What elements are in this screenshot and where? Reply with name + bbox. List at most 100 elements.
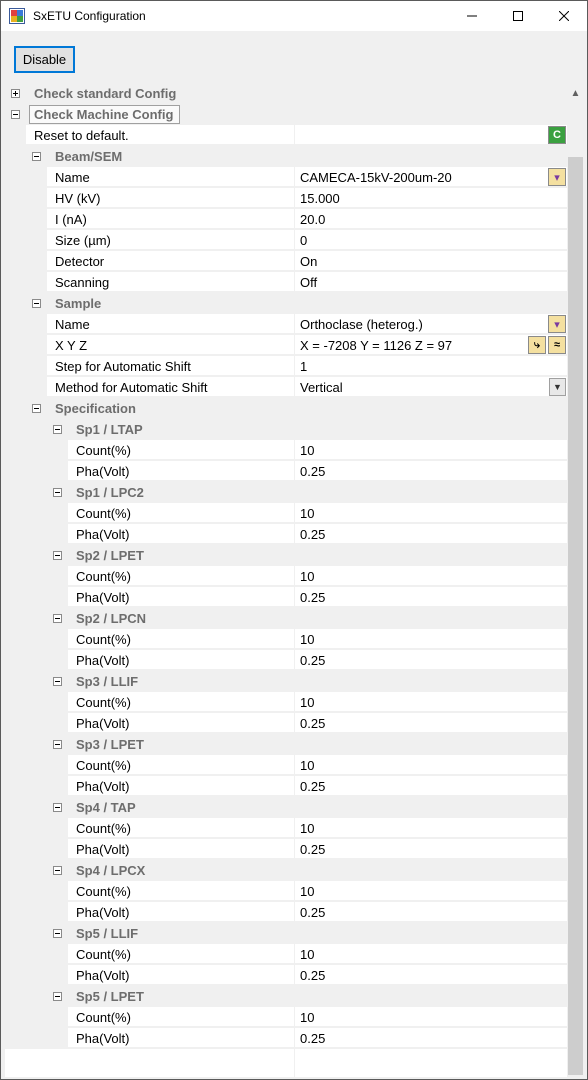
count-prop-row[interactable]: Count(%) 10 — [5, 503, 567, 524]
property-value[interactable]: 10 — [295, 755, 567, 775]
count-prop-row[interactable]: Count(%) 10 — [5, 629, 567, 650]
minimize-button[interactable] — [449, 1, 495, 31]
count-prop-row[interactable]: Count(%) 10 — [5, 881, 567, 902]
category-spectrometer[interactable]: Sp5 / LLIF — [5, 923, 567, 944]
pha-prop-row[interactable]: Pha(Volt) 0.25 — [5, 713, 567, 734]
pha-prop-row[interactable]: Pha(Volt) 0.25 — [5, 524, 567, 545]
property-value[interactable]: 0.25 — [295, 1028, 567, 1048]
property-value[interactable]: 0.25 — [295, 713, 567, 733]
property-value[interactable]: 0.25 — [295, 776, 567, 796]
property-value[interactable]: 0.25 — [295, 524, 567, 544]
sample-prop-row[interactable]: X Y Z X = -7208 Y = 1126 Z = 97 ⤷ ≈ — [5, 335, 567, 356]
beam-prop-row[interactable]: HV (kV) 15.000 — [5, 188, 567, 209]
scroll-up-arrow-icon[interactable]: ▲ — [567, 85, 584, 102]
count-prop-row[interactable]: Count(%) 10 — [5, 755, 567, 776]
category-sample[interactable]: Sample — [5, 293, 567, 314]
property-value[interactable]: 15.000 — [295, 188, 567, 208]
count-prop-row[interactable]: Count(%) 10 — [5, 440, 567, 461]
property-value[interactable]: 10 — [295, 818, 567, 838]
property-value[interactable]: 0.25 — [295, 965, 567, 985]
category-spectrometer[interactable]: Sp2 / LPET — [5, 545, 567, 566]
chevron-down-icon[interactable]: ▼ — [549, 378, 566, 396]
property-value[interactable]: 10 — [295, 944, 567, 964]
pha-prop-row[interactable]: Pha(Volt) 0.25 — [5, 461, 567, 482]
collapse-icon[interactable] — [53, 488, 62, 497]
property-value[interactable]: Off — [295, 272, 567, 292]
sample-prop-row[interactable]: Method for Automatic Shift Vertical ▼ — [5, 377, 567, 398]
count-prop-row[interactable]: Count(%) 10 — [5, 1007, 567, 1028]
sample-prop-row[interactable]: Name Orthoclase (heterog.) ▾ — [5, 314, 567, 335]
move-stage-icon[interactable]: ⤷ — [528, 336, 546, 354]
collapse-icon[interactable] — [32, 299, 41, 308]
property-value[interactable]: 0 — [295, 230, 567, 250]
collapse-icon[interactable] — [53, 866, 62, 875]
property-value[interactable]: 10 — [295, 440, 567, 460]
category-spectrometer[interactable]: Sp2 / LPCN — [5, 608, 567, 629]
property-value[interactable]: 10 — [295, 629, 567, 649]
scrollbar-thumb[interactable] — [568, 157, 583, 1075]
property-value[interactable]: Orthoclase (heterog.) — [295, 314, 567, 334]
category-specification[interactable]: Specification — [5, 398, 567, 419]
property-value[interactable]: 0.25 — [295, 839, 567, 859]
expand-icon[interactable] — [11, 89, 20, 98]
property-value[interactable]: 10 — [295, 1007, 567, 1027]
property-value[interactable] — [295, 125, 567, 145]
count-prop-row[interactable]: Count(%) 10 — [5, 566, 567, 587]
property-value[interactable]: 20.0 — [295, 209, 567, 229]
property-value[interactable]: 0.25 — [295, 587, 567, 607]
collapse-icon[interactable] — [53, 929, 62, 938]
collapse-icon[interactable] — [53, 614, 62, 623]
collapse-icon[interactable] — [53, 551, 62, 560]
collapse-icon[interactable] — [53, 803, 62, 812]
property-value[interactable]: CAMECA-15kV-200um-20 — [295, 167, 567, 187]
category-spectrometer[interactable]: Sp1 / LTAP — [5, 419, 567, 440]
collapse-icon[interactable] — [53, 992, 62, 1001]
pha-prop-row[interactable]: Pha(Volt) 0.25 — [5, 902, 567, 923]
sample-prop-row[interactable]: Step for Automatic Shift 1 — [5, 356, 567, 377]
property-value[interactable]: 1 — [295, 356, 567, 376]
pha-prop-row[interactable]: Pha(Volt) 0.25 — [5, 776, 567, 797]
beam-prop-row[interactable]: I (nA) 20.0 — [5, 209, 567, 230]
category-spectrometer[interactable]: Sp1 / LPC2 — [5, 482, 567, 503]
category-spectrometer[interactable]: Sp5 / LPET — [5, 986, 567, 1007]
collapse-icon[interactable] — [32, 404, 41, 413]
category-spectrometer[interactable]: Sp3 / LLIF — [5, 671, 567, 692]
property-value[interactable]: Vertical — [295, 377, 567, 397]
collapse-icon[interactable] — [53, 425, 62, 434]
reset-row[interactable]: Reset to default. C — [5, 125, 567, 146]
category-standard-config[interactable]: Check standard Config — [5, 83, 567, 104]
property-grid[interactable]: Check standard Config Check Machine Confi… — [5, 83, 567, 1077]
title-bar[interactable]: SxETU Configuration — [1, 1, 587, 31]
category-spectrometer[interactable]: Sp4 / TAP — [5, 797, 567, 818]
pha-prop-row[interactable]: Pha(Volt) 0.25 — [5, 650, 567, 671]
property-value[interactable]: 10 — [295, 881, 567, 901]
collapse-icon[interactable] — [32, 152, 41, 161]
category-machine-config[interactable]: Check Machine Config — [5, 104, 567, 125]
disable-button[interactable]: Disable — [14, 46, 75, 73]
property-value[interactable]: 0.25 — [295, 461, 567, 481]
count-prop-row[interactable]: Count(%) 10 — [5, 944, 567, 965]
pha-prop-row[interactable]: Pha(Volt) 0.25 — [5, 965, 567, 986]
property-value[interactable]: X = -7208 Y = 1126 Z = 97 — [295, 335, 567, 355]
pha-prop-row[interactable]: Pha(Volt) 0.25 — [5, 839, 567, 860]
folder-browse-icon[interactable]: ▾ — [548, 168, 566, 186]
count-prop-row[interactable]: Count(%) 10 — [5, 692, 567, 713]
category-beam-sem[interactable]: Beam/SEM — [5, 146, 567, 167]
property-value[interactable]: 0.25 — [295, 902, 567, 922]
property-value[interactable]: 10 — [295, 566, 567, 586]
property-value[interactable]: On — [295, 251, 567, 271]
vertical-scrollbar[interactable]: ▲ — [567, 83, 584, 1077]
category-spectrometer[interactable]: Sp4 / LPCX — [5, 860, 567, 881]
property-value[interactable]: 10 — [295, 503, 567, 523]
property-value[interactable]: 0.25 — [295, 650, 567, 670]
property-value[interactable]: 10 — [295, 692, 567, 712]
pha-prop-row[interactable]: Pha(Volt) 0.25 — [5, 1028, 567, 1049]
beam-prop-row[interactable]: Scanning Off — [5, 272, 567, 293]
collapse-icon[interactable] — [11, 110, 20, 119]
count-prop-row[interactable]: Count(%) 10 — [5, 818, 567, 839]
collapse-icon[interactable] — [53, 677, 62, 686]
collapse-icon[interactable] — [53, 740, 62, 749]
category-spectrometer[interactable]: Sp3 / LPET — [5, 734, 567, 755]
maximize-button[interactable] — [495, 1, 541, 31]
beam-prop-row[interactable]: Name CAMECA-15kV-200um-20 ▾ — [5, 167, 567, 188]
